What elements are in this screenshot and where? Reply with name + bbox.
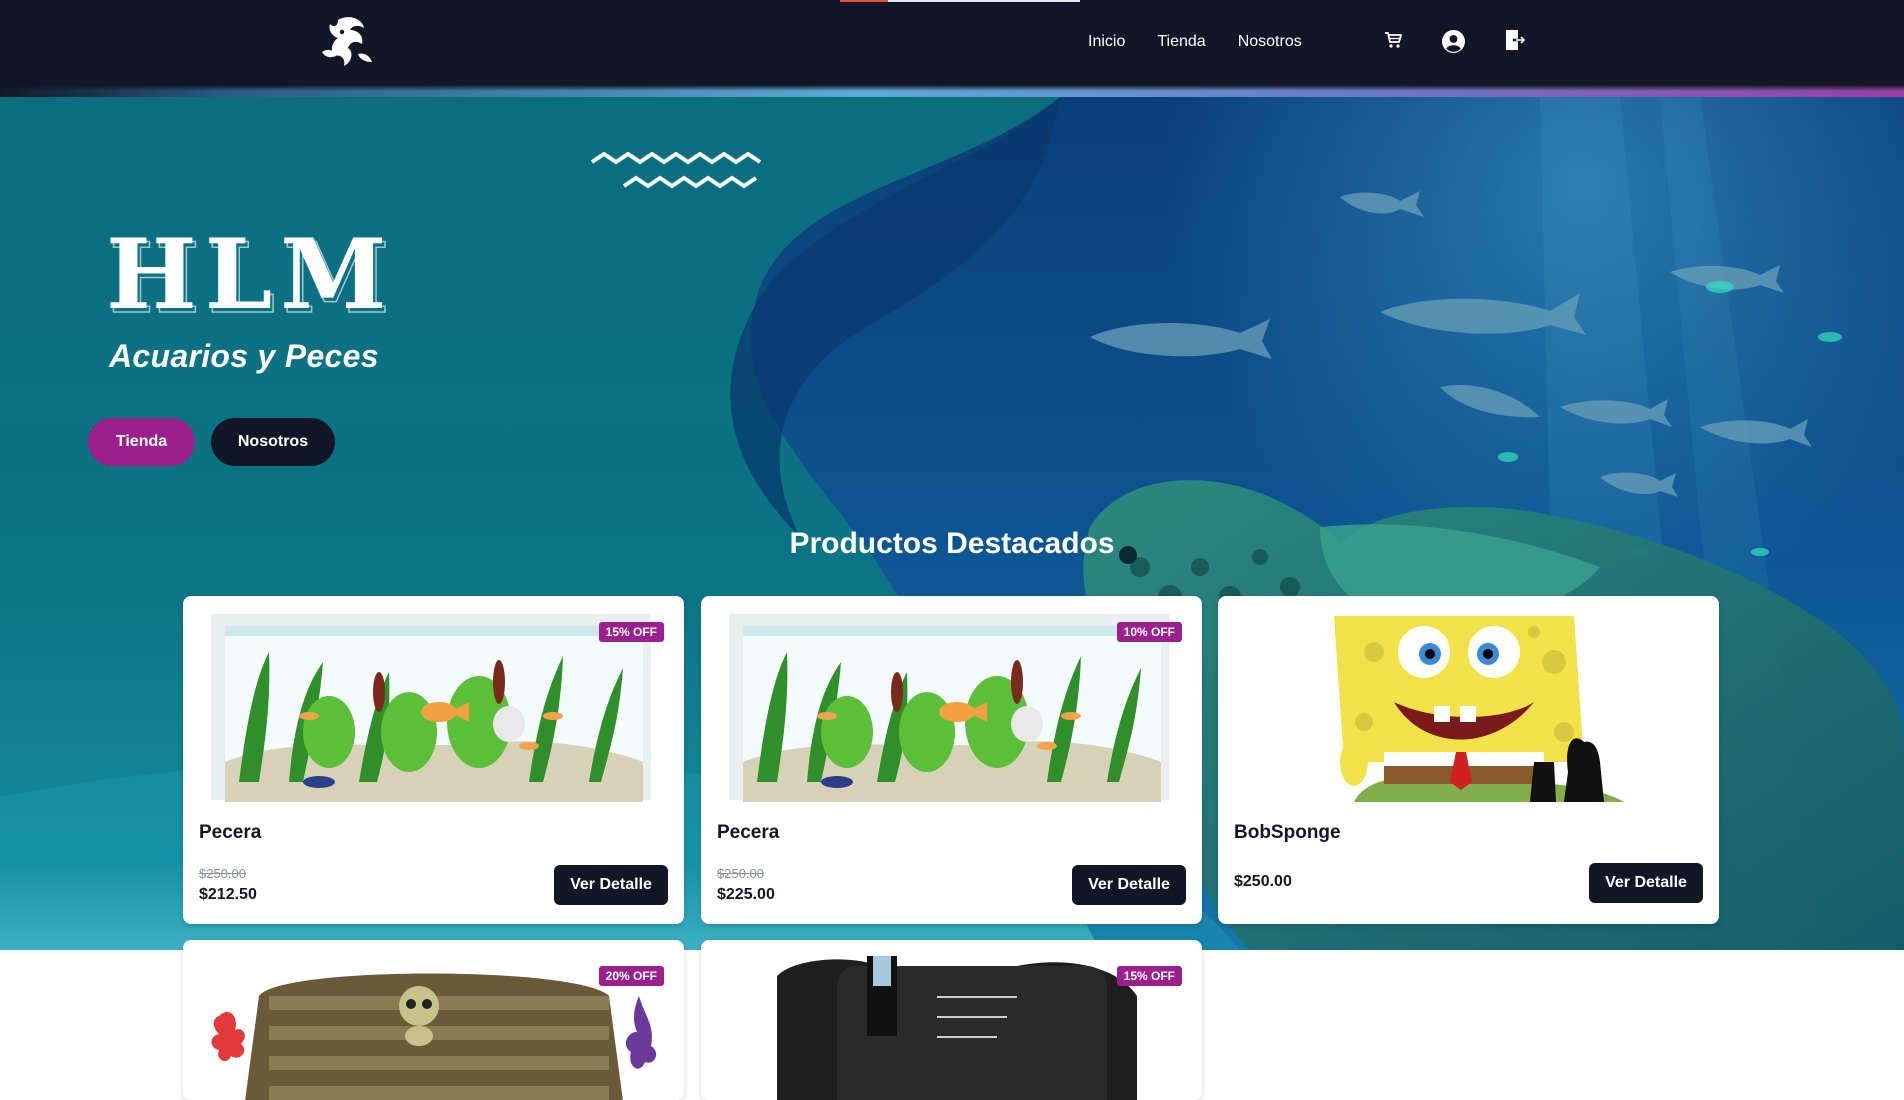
ver-detalle-button[interactable]: Ver Detalle (1072, 865, 1186, 905)
hero-nosotros-button[interactable]: Nosotros (211, 418, 335, 466)
product-image-aquarium[interactable]: 10% OFF (717, 612, 1186, 802)
brand-subtitle: Acuarios y Peces (109, 338, 379, 374)
product-name: Pecera (199, 822, 262, 843)
nav-links: Inicio Tienda Nosotros (1088, 33, 1302, 51)
progress-fill (840, 0, 888, 2)
product-name: BobSponge (1234, 822, 1341, 843)
nav-gradient-mask (0, 85, 1904, 91)
product-card[interactable]: 10% OFF Pecera $250.00 $225.00 Ver Detal… (701, 596, 1202, 924)
product-card[interactable]: 15% OFF Pecera $250.00 $212.50 Ver Detal… (183, 596, 684, 924)
product-price: $212.50 (199, 886, 257, 903)
product-card[interactable]: 15% OFF (701, 940, 1202, 1100)
brand-title-outline: HLM (109, 228, 397, 323)
discount-badge: 15% OFF (598, 622, 664, 642)
cart-icon[interactable] (1383, 30, 1403, 50)
hero-tienda-button[interactable]: Tienda (88, 418, 195, 466)
product-price: $250.00 (1234, 873, 1292, 890)
discount-badge: 10% OFF (1116, 622, 1182, 642)
zigzag-decoration (590, 152, 762, 189)
logout-icon[interactable] (1504, 28, 1526, 52)
brand-logo[interactable] (318, 14, 376, 70)
product-old-price: $250.00 (199, 866, 246, 881)
product-card[interactable]: 20% OFF (183, 940, 684, 1100)
discount-badge: 15% OFF (1116, 966, 1182, 986)
product-card[interactable]: BobSponge $250.00 Ver Detalle (1218, 596, 1719, 924)
product-image-treasure-chest[interactable]: 20% OFF (199, 956, 668, 1100)
product-price: $225.00 (717, 886, 775, 903)
product-image-bobsponge[interactable] (1234, 612, 1703, 802)
ver-detalle-button[interactable]: Ver Detalle (554, 865, 668, 905)
discount-badge: 20% OFF (598, 966, 664, 986)
navbar: Inicio Tienda Nosotros (0, 0, 1904, 85)
nav-link-inicio[interactable]: Inicio (1088, 33, 1125, 51)
ver-detalle-button[interactable]: Ver Detalle (1589, 863, 1703, 903)
loading-progress-bar (840, 0, 1080, 2)
product-old-price: $250.00 (717, 866, 764, 881)
product-image-water-pump[interactable]: 15% OFF (717, 956, 1186, 1100)
nav-link-nosotros[interactable]: Nosotros (1238, 33, 1302, 51)
product-name: Pecera (717, 822, 780, 843)
brand-title: HLM HLM (106, 228, 397, 323)
featured-products-title: Productos Destacados (789, 527, 1115, 560)
user-icon[interactable] (1441, 29, 1466, 54)
product-image-aquarium[interactable]: 15% OFF (199, 612, 668, 802)
nav-link-tienda[interactable]: Tienda (1157, 33, 1205, 51)
